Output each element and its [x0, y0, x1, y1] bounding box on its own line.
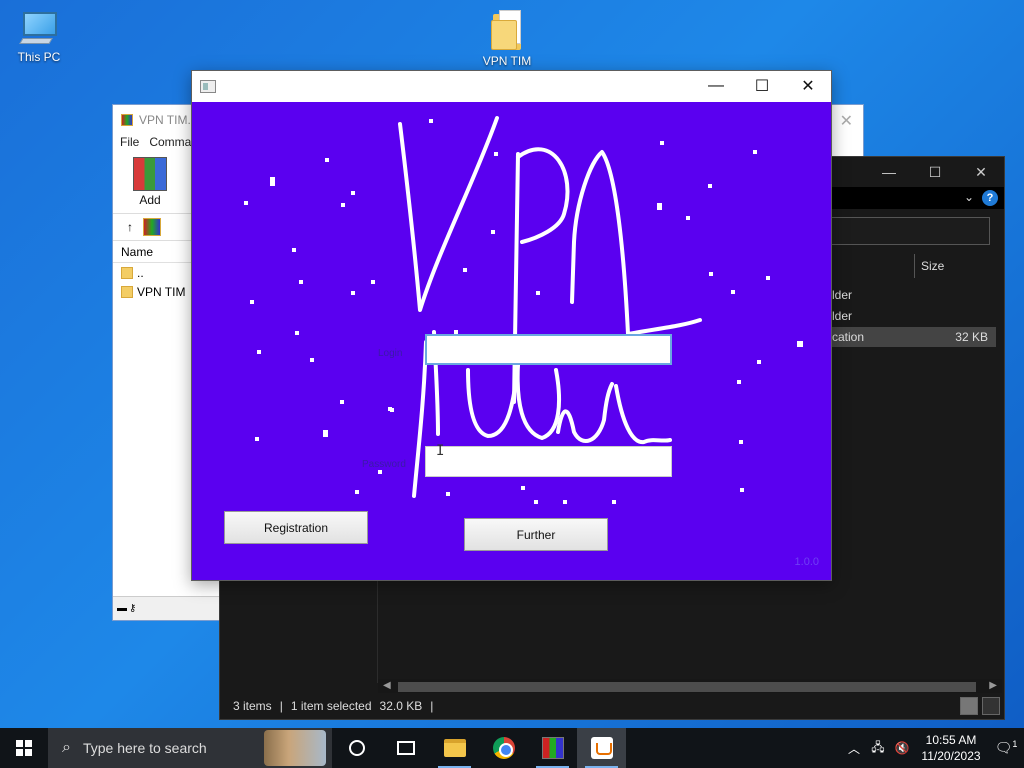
status-selected: 1 item selected — [290, 699, 372, 713]
chrome-icon — [492, 737, 515, 759]
taskbar-java-app[interactable] — [577, 728, 626, 768]
taskbar: ⌕ Type here to search ︿ 🖧 🔇 10:55 AM 11/… — [0, 728, 1024, 768]
desktop-icon-this-pc[interactable]: This PC — [1, 10, 77, 64]
search-highlight-image — [264, 730, 326, 766]
login-field[interactable] — [425, 334, 672, 365]
column-header-size[interactable]: Size — [914, 253, 1024, 279]
winrar-app-icon — [121, 114, 133, 126]
task-view-icon — [396, 741, 415, 755]
taskbar-search[interactable]: ⌕ Type here to search — [48, 728, 332, 768]
login-input[interactable] — [427, 336, 670, 363]
volume-muted-icon[interactable]: 🔇 — [890, 741, 914, 755]
archive-icon — [143, 218, 161, 236]
close-icon[interactable]: ✕ — [840, 111, 853, 131]
vpn-app-window: — ☐ ✕ Login Password I Registration Furt… — [191, 70, 832, 581]
winrar-icon — [541, 737, 564, 759]
up-arrow-icon[interactable]: ↑ — [127, 220, 133, 234]
large-icons-view-icon[interactable] — [982, 697, 1000, 715]
password-field[interactable] — [425, 446, 672, 477]
password-label: Password — [362, 459, 406, 470]
start-button[interactable] — [0, 728, 48, 768]
desktop-icon-label: This PC — [17, 50, 61, 64]
clock-date: 11/20/2023 — [921, 749, 981, 763]
login-label: Login — [378, 348, 403, 359]
desktop-icon-vpn-tim[interactable]: VPN TIM — [469, 10, 545, 68]
file-row[interactable]: lder — [832, 285, 996, 305]
text-cursor-icon: I — [436, 443, 445, 459]
menu-item-file[interactable]: File — [120, 135, 139, 153]
explorer-status-bar: 3 items | 1 item selected 32.0 KB | — [220, 693, 1004, 719]
cortana-icon — [348, 740, 365, 756]
taskbar-winrar[interactable] — [528, 728, 577, 768]
key-icon: ⚷ — [129, 603, 137, 614]
window-controls: — ☐ ✕ — [866, 157, 1004, 187]
taskbar-file-explorer[interactable] — [430, 728, 479, 768]
further-button[interactable]: Further — [464, 518, 608, 551]
winrar-status-bar: ▬ ⚷ — [113, 596, 219, 620]
window-controls: — ☐ ✕ — [693, 71, 831, 101]
clock-time: 10:55 AM — [925, 733, 977, 747]
java-icon — [590, 737, 613, 759]
maximize-icon[interactable]: ☐ — [912, 157, 958, 187]
scroll-left-icon[interactable]: ◀ — [383, 680, 391, 691]
clock[interactable]: 10:55 AM 11/20/2023 — [914, 732, 988, 764]
file-row-selected[interactable]: cation 32 KB — [832, 327, 996, 347]
folder-icon — [121, 285, 133, 298]
task-view-button[interactable] — [381, 728, 430, 768]
windows-logo-icon — [16, 740, 32, 756]
status-size: 32.0 KB — [379, 699, 423, 713]
file-row[interactable]: lder — [832, 306, 996, 326]
handwritten-logo — [398, 116, 702, 498]
folder-icon — [121, 266, 133, 279]
scroll-thumb[interactable] — [398, 682, 976, 692]
winrar-title: VPN TIM. — [139, 113, 191, 127]
scroll-right-icon[interactable]: ▶ — [989, 680, 997, 691]
vpn-app-canvas: Login Password I Registration Further 1.… — [192, 102, 831, 580]
tool-label: Add — [139, 193, 161, 207]
desktop-icon-label: VPN TIM — [482, 54, 532, 68]
notification-icon[interactable]: 🗨1 — [988, 739, 1024, 757]
folder-icon — [443, 739, 466, 757]
chevron-up-icon[interactable]: ︿ — [842, 740, 866, 757]
folder-icon — [491, 10, 523, 50]
taskbar-chrome[interactable] — [479, 728, 528, 768]
computer-icon — [19, 10, 59, 46]
password-input[interactable] — [426, 447, 671, 476]
drive-icon: ▬ — [117, 603, 127, 614]
details-view-icon[interactable] — [960, 697, 978, 715]
minimize-icon[interactable]: — — [866, 157, 912, 187]
version-label: 1.0.0 — [794, 556, 819, 568]
java-app-icon — [200, 79, 216, 93]
close-icon[interactable]: ✕ — [785, 71, 831, 101]
registration-button[interactable]: Registration — [224, 511, 368, 544]
column-separator — [914, 254, 915, 278]
cortana-button[interactable] — [332, 728, 381, 768]
close-icon[interactable]: ✕ — [958, 157, 1004, 187]
chevron-down-icon[interactable]: ⌄ — [964, 190, 974, 204]
view-toggle — [960, 697, 1000, 715]
search-icon: ⌕ — [62, 739, 71, 756]
notification-count: 1 — [1012, 739, 1018, 750]
add-button[interactable]: Add — [133, 157, 167, 209]
status-item-count: 3 items — [233, 699, 272, 713]
maximize-icon[interactable]: ☐ — [739, 71, 785, 101]
minimize-icon[interactable]: — — [693, 71, 739, 101]
archive-add-icon — [133, 157, 167, 191]
network-icon[interactable]: 🖧 — [866, 738, 890, 759]
search-placeholder: Type here to search — [82, 740, 207, 756]
menu-item-commands[interactable]: Comma — [149, 135, 191, 153]
system-tray: ︿ 🖧 🔇 10:55 AM 11/20/2023 🗨1 — [842, 728, 1024, 768]
help-icon[interactable]: ? — [982, 190, 998, 206]
